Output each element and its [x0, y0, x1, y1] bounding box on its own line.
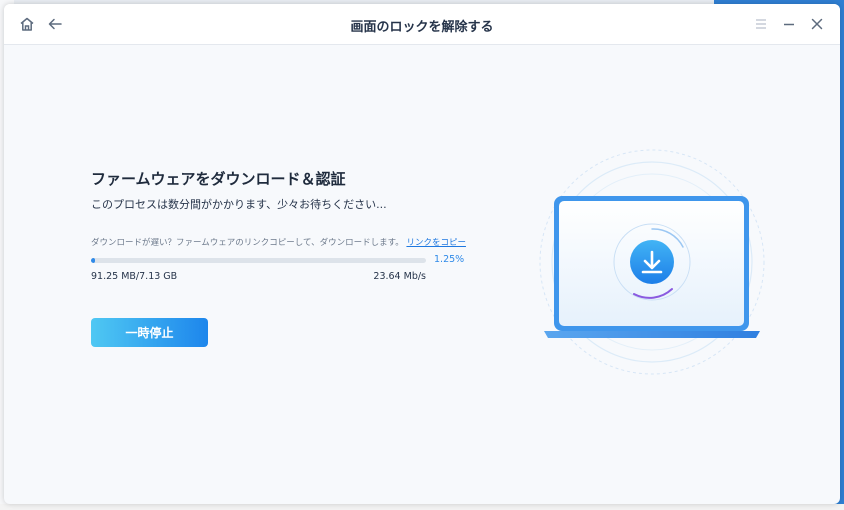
download-speed: 23.64 Mb/s — [373, 271, 426, 282]
hint-text: ダウンロードが遅い？ファームウェアのリンクコピーして、ダウンロードします。 — [91, 238, 404, 248]
background-strip — [0, 504, 844, 510]
title-bar: 画面のロックを解除する — [4, 4, 840, 45]
laptop-download-illustration — [524, 144, 794, 394]
pause-button[interactable]: 一時停止 — [91, 318, 208, 347]
minimize-icon[interactable] — [780, 15, 798, 33]
download-progress-bar — [91, 258, 426, 263]
menu-icon[interactable] — [752, 15, 770, 33]
window-title: 画面のロックを解除する — [350, 20, 494, 35]
slow-download-hint: ダウンロードが遅い？ファームウェアのリンクコピーして、ダウンロードします。 リン… — [91, 236, 466, 248]
copy-link[interactable]: リンクをコピー — [406, 238, 466, 248]
progress-percent: 1.25% — [434, 254, 465, 265]
close-icon[interactable] — [808, 15, 826, 33]
download-progress-fill — [91, 258, 96, 263]
page-heading: ファームウェアをダウンロード＆認証 — [91, 170, 346, 188]
process-subtitle: このプロセスは数分間がかかります、少々お待ちください... — [91, 198, 387, 211]
unlock-dialog: 画面のロックを解除する ファームウェアをダウンロード＆認証 このプロセスは数分間… — [4, 4, 840, 504]
downloaded-size: 91.25 MB/7.13 GB — [91, 271, 178, 282]
